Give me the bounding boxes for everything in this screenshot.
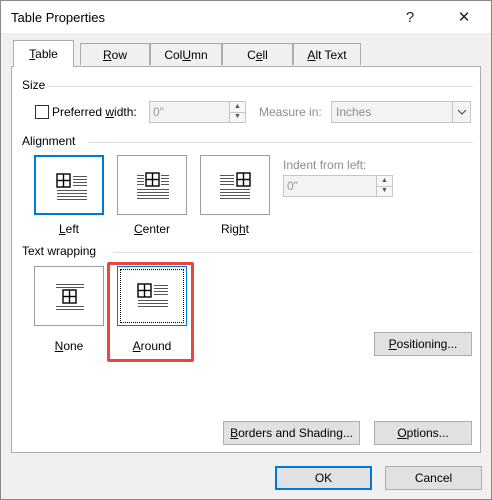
- measure-in-value: Inches: [336, 105, 372, 119]
- preferred-width-spinner[interactable]: 0" ▲ ▼: [149, 101, 246, 123]
- wrap-none-label: None: [34, 339, 104, 353]
- tab-row-accel: R: [102, 48, 112, 62]
- window-title: Table Properties: [11, 10, 105, 25]
- tab-table-rest: able: [35, 47, 58, 61]
- align-center-table-icon: [137, 172, 169, 199]
- indent-from-left-label: Indent from left:: [283, 158, 367, 172]
- tab-alt-text-rest: lt Text: [315, 48, 347, 62]
- align-right-option[interactable]: [200, 155, 270, 215]
- tab-row[interactable]: Row: [80, 43, 150, 65]
- align-right-label: Right: [200, 222, 270, 236]
- indent-spin-buttons: ▲ ▼: [376, 176, 392, 196]
- align-center-option[interactable]: [117, 155, 187, 215]
- title-bar: Table Properties ? ✕: [1, 1, 491, 33]
- tab-column[interactable]: ColUmn: [150, 43, 222, 65]
- align-center-rest: enter: [142, 222, 171, 236]
- indent-from-left-value: 0": [287, 179, 298, 193]
- positioning-button[interactable]: Positioning...: [374, 332, 472, 356]
- borders-and-shading-button[interactable]: Borders and Shading...: [223, 421, 360, 445]
- options-accel: O: [397, 426, 407, 440]
- tab-cell-pre: C: [247, 48, 256, 62]
- cancel-button[interactable]: Cancel: [385, 466, 482, 490]
- indent-from-left-spinner[interactable]: 0" ▲ ▼: [283, 175, 393, 197]
- tab-cell[interactable]: Cell: [222, 43, 293, 65]
- alignment-divider: [89, 142, 473, 143]
- align-center-label: Center: [117, 222, 187, 236]
- positioning-accel: P: [388, 337, 397, 351]
- preferred-width-value: 0": [153, 105, 164, 119]
- align-right-accel: h: [238, 222, 246, 236]
- tab-column-pre: Col: [164, 48, 183, 62]
- around-highlight-box: [107, 262, 194, 362]
- text-wrapping-divider: [113, 252, 473, 253]
- wrap-none-option[interactable]: [34, 266, 104, 326]
- align-right-pre: Rig: [220, 222, 239, 236]
- align-left-label: Left: [34, 222, 104, 236]
- tab-cell-rest: ll: [262, 48, 268, 62]
- preferred-width-spin-buttons: ▲ ▼: [229, 102, 245, 122]
- close-button[interactable]: ✕: [447, 5, 481, 29]
- chevron-down-icon[interactable]: [452, 102, 470, 122]
- wrap-none-accel: N: [54, 339, 64, 353]
- wrap-none-rest: one: [63, 339, 84, 353]
- alignment-section-label: Alignment: [22, 134, 80, 148]
- tab-cell-accel: e: [255, 48, 263, 62]
- preferred-width-rest: idth:: [114, 105, 137, 119]
- options-button[interactable]: Options...: [374, 421, 472, 445]
- align-left-rest: eft: [65, 222, 80, 236]
- options-rest: ptions...: [406, 426, 449, 440]
- preferred-width-checkbox[interactable]: [35, 105, 49, 119]
- size-section-label: Size: [22, 78, 50, 92]
- align-right-table-icon: [220, 172, 251, 199]
- table-properties-dialog: Table Properties ? ✕ Table Row ColUmn Ce…: [0, 0, 492, 500]
- text-wrapping-section-label: Text wrapping: [22, 244, 101, 258]
- measure-in-select[interactable]: Inches: [331, 101, 471, 123]
- preferred-width-accel: w: [105, 105, 115, 119]
- table-tab-panel: [11, 66, 481, 453]
- measure-in-label: Measure in:: [259, 105, 322, 119]
- align-right-rest: t: [245, 222, 250, 236]
- tab-row-rest: ow: [111, 48, 127, 62]
- align-left-option[interactable]: [34, 155, 104, 215]
- spin-down-icon[interactable]: ▼: [377, 186, 392, 196]
- tab-alt-text[interactable]: Alt Text: [293, 43, 361, 65]
- wrap-none-table-icon: [56, 284, 84, 310]
- spin-down-icon[interactable]: ▼: [230, 112, 245, 122]
- tab-column-accel: U: [182, 48, 191, 62]
- borders-accel: B: [230, 426, 239, 440]
- tab-table[interactable]: Table: [13, 40, 74, 67]
- borders-rest: orders and Shading...: [238, 426, 353, 440]
- positioning-rest: ositioning...: [396, 337, 458, 351]
- align-left-accel: L: [58, 222, 66, 236]
- align-left-table-icon: [56, 173, 87, 200]
- align-center-accel: C: [133, 222, 143, 236]
- preferred-width-pre: Preferred: [52, 105, 106, 119]
- preferred-width-label: Preferred width:: [52, 105, 137, 119]
- ok-button[interactable]: OK: [275, 466, 372, 490]
- size-divider: [49, 86, 473, 87]
- help-button[interactable]: ?: [393, 5, 427, 29]
- tab-column-rest: mn: [191, 48, 208, 62]
